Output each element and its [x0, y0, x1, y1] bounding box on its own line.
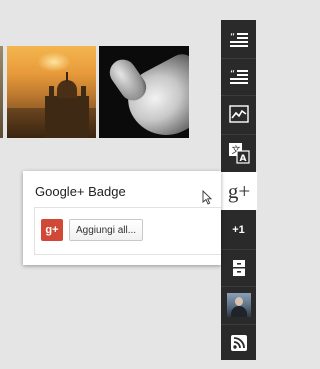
photo-building [45, 96, 89, 138]
translate-button[interactable]: 文 A [221, 134, 256, 170]
quote-list-alt-icon: “ [229, 68, 249, 86]
add-to-circles-button[interactable]: Aggiungi all... [69, 219, 144, 241]
quote-list-alt-button[interactable]: “ [221, 58, 256, 94]
photo-tower-right [81, 86, 86, 100]
archive-button[interactable] [221, 249, 256, 285]
badge-widget: g+ Aggiungi all... [34, 207, 221, 255]
archive-icon [232, 259, 246, 277]
translate-icon: 文 A [228, 142, 250, 164]
rss-button[interactable] [221, 324, 256, 360]
photo-spire [66, 72, 68, 82]
popup-title: Google+ Badge [35, 184, 126, 199]
mouse-cursor-icon [202, 189, 213, 210]
google-plus-icon: g+ [227, 178, 251, 203]
google-plus-badge-popup: Google+ Badge g+ Aggiungi all... [23, 171, 221, 265]
plus-one-button[interactable]: +1 [221, 212, 256, 248]
photo-thumbnail-partial[interactable] [0, 46, 3, 138]
svg-text:A: A [239, 154, 246, 164]
google-plus-badge-button[interactable]: g+ [221, 172, 257, 210]
photo-thumbnail-hand[interactable] [99, 46, 189, 138]
photo-sun [37, 52, 71, 72]
photo-tower-left [49, 86, 54, 100]
line-chart-icon [228, 104, 249, 123]
plus-one-icon: +1 [232, 224, 245, 236]
avatar-icon [226, 292, 251, 317]
quote-list-button[interactable]: “ [221, 22, 256, 58]
profile-button[interactable] [221, 286, 256, 322]
photo-dome [57, 80, 77, 98]
analytics-button[interactable] [221, 95, 256, 131]
photo-thumbnail-city[interactable] [7, 46, 96, 138]
avatar-body [230, 305, 247, 317]
avatar-head [234, 296, 243, 306]
quote-list-icon: “ [229, 31, 249, 49]
rss-icon [230, 334, 247, 351]
google-plus-logo-icon[interactable]: g+ [41, 219, 63, 241]
